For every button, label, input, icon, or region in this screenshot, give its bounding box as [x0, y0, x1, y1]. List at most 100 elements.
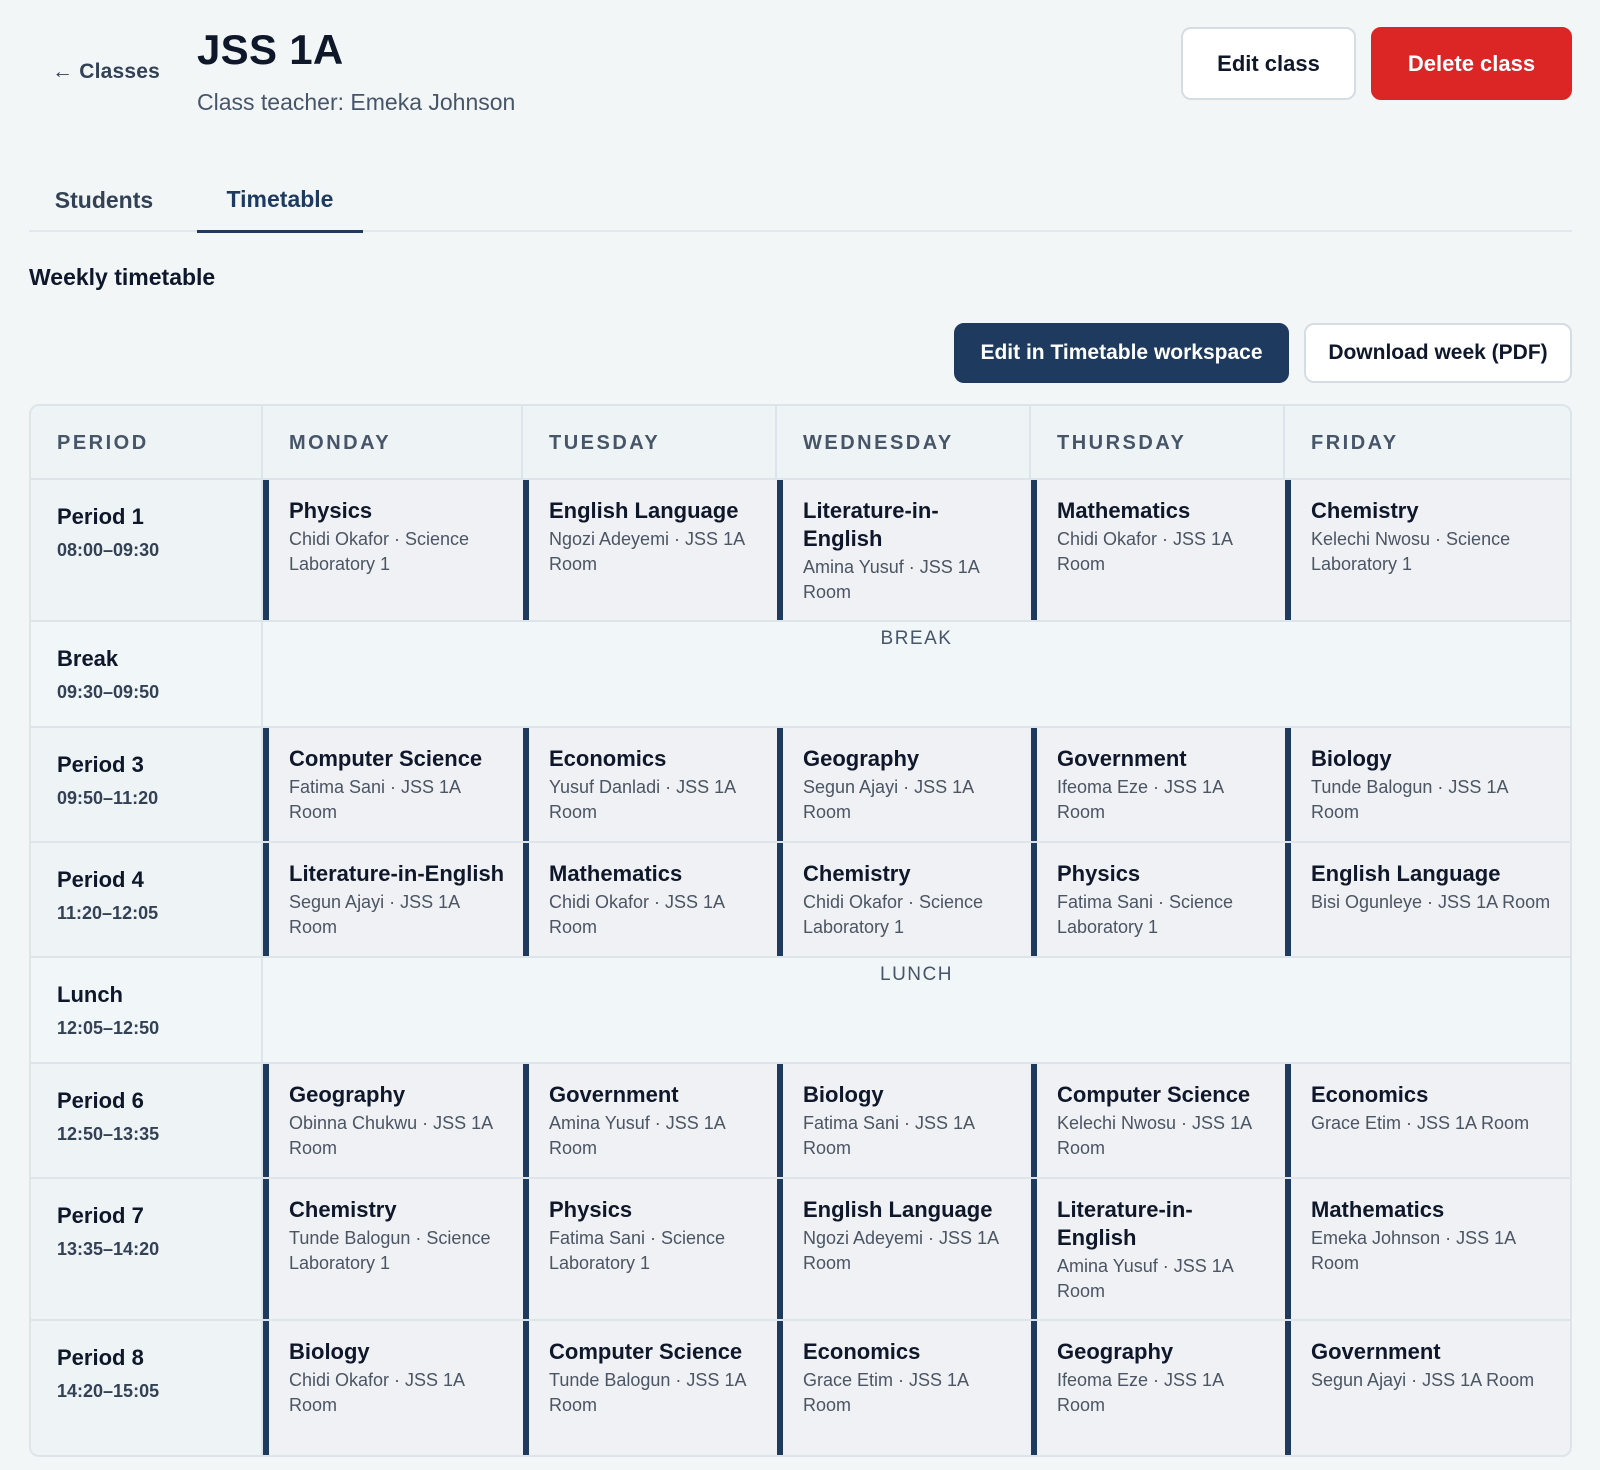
lesson-subject: Government [1311, 1339, 1441, 1364]
lesson-cell[interactable]: Literature-in-English Amina Yusuf · JSS 1… [777, 480, 1031, 620]
column-header-period: PERIOD [31, 406, 263, 480]
lesson-teacher-room: Chidi Okafor · JSS 1A Room [289, 1370, 465, 1415]
lesson-subject: Computer Science [289, 746, 483, 771]
lesson-teacher-room: Amina Yusuf · JSS 1A Room [1057, 1256, 1233, 1301]
lesson-teacher-room: Chidi Okafor · JSS 1A Room [1057, 529, 1233, 574]
edit-in-timetable-workspace-button[interactable]: Edit in Timetable workspace [954, 323, 1289, 383]
lesson-teacher-room: Kelechi Nwosu · JSS 1A Room [1057, 1113, 1252, 1158]
class-teacher-subtitle: Class teacher: Emeka Johnson [197, 89, 516, 115]
lesson-cell[interactable]: Geography Segun Ajayi · JSS 1A Room [777, 728, 1031, 841]
lesson-subject: Government [549, 1082, 679, 1107]
lesson-cell[interactable]: Biology Fatima Sani · JSS 1A Room [777, 1064, 1031, 1177]
period-name: Period 4 [57, 867, 144, 892]
lesson-teacher-room: Ifeoma Eze · JSS 1A Room [1057, 777, 1224, 822]
column-header-thursday: THURSDAY [1031, 406, 1285, 480]
lesson-subject: Economics [803, 1339, 921, 1364]
lesson-cell[interactable]: Computer Science Fatima Sani · JSS 1A Roo… [263, 728, 523, 841]
lesson-cell[interactable]: Literature-in-English Amina Yusuf · JSS 1… [1031, 1179, 1285, 1319]
lesson-subject: Economics [1311, 1082, 1429, 1107]
period-time: 09:50–11:20 [57, 788, 159, 808]
lesson-teacher-room: Grace Etim · JSS 1A Room [803, 1370, 969, 1415]
lesson-subject: Literature-in-English [803, 498, 939, 551]
page-title: JSS 1A [197, 26, 344, 73]
lesson-teacher-room: Tunde Balogun · JSS 1A Room [549, 1370, 746, 1415]
lesson-teacher-room: Segun Ajayi · JSS 1A Room [803, 777, 974, 822]
period-time: 12:50–13:35 [57, 1124, 160, 1144]
section-title: Weekly timetable [29, 264, 216, 290]
lesson-cell[interactable]: Computer Science Kelechi Nwosu · JSS 1A R… [1031, 1064, 1285, 1177]
lesson-teacher-room: Ifeoma Eze · JSS 1A Room [1057, 1370, 1224, 1415]
lesson-teacher-room: Chidi Okafor · Science Laboratory 1 [803, 892, 984, 937]
lesson-teacher-room: Tunde Balogun · Science Laboratory 1 [289, 1228, 491, 1273]
lesson-cell[interactable]: Biology Chidi Okafor · JSS 1A Room [263, 1321, 523, 1455]
lesson-cell[interactable]: English Language Bisi Ogunleye · JSS 1A R… [1285, 843, 1570, 956]
lesson-cell[interactable]: Economics Grace Etim · JSS 1A Room [777, 1321, 1031, 1455]
column-header-wednesday: WEDNESDAY [777, 406, 1031, 480]
period-name: Period 1 [57, 504, 144, 529]
lesson-subject: Mathematics [1057, 498, 1191, 523]
lesson-cell[interactable]: Mathematics Emeka Johnson · JSS 1A Room [1285, 1179, 1570, 1319]
lesson-subject: Computer Science [1057, 1082, 1251, 1107]
period-cell: Period 1 08:00–09:30 [31, 480, 263, 620]
lesson-cell[interactable]: English Language Ngozi Adeyemi · JSS 1A R… [523, 480, 777, 620]
lesson-cell[interactable]: Economics Grace Etim · JSS 1A Room [1285, 1064, 1570, 1177]
lesson-cell[interactable]: Physics Fatima Sani · Science Laboratory … [1031, 843, 1285, 956]
column-header-friday: FRIDAY [1311, 431, 1399, 454]
lesson-subject: Geography [1057, 1339, 1174, 1364]
lesson-cell[interactable]: Physics Fatima Sani · Science Laboratory … [523, 1179, 777, 1319]
period-row: Period 6 12:50–13:35 Geography Obinna Chukw… [31, 1064, 1570, 1179]
lesson-subject: Physics [289, 498, 373, 523]
lesson-cell[interactable]: Biology Tunde Balogun · JSS 1A Room [1285, 728, 1570, 841]
lesson-subject: Biology [803, 1082, 884, 1107]
lesson-cell[interactable]: Computer Science Tunde Balogun · JSS 1A R… [523, 1321, 777, 1455]
lesson-cell[interactable]: Geography Obinna Chukwu · JSS 1A Room [263, 1064, 523, 1177]
lesson-cell[interactable]: Government Segun Ajayi · JSS 1A Room [1285, 1321, 1570, 1455]
lesson-subject: Geography [803, 746, 920, 771]
download-week-pdf-button[interactable]: Download week (PDF) [1304, 323, 1572, 383]
lesson-cell[interactable]: Government Amina Yusuf · JSS 1A Room [523, 1064, 777, 1177]
class-detail-page: ← Classes JSS 1A Class teacher: Emeka Jo… [0, 0, 1600, 1470]
period-row: Period 1 08:00–09:30 Physics Chidi Okafor ·… [31, 480, 1570, 622]
lesson-teacher-room: Fatima Sani · JSS 1A Room [289, 777, 461, 822]
lesson-cell[interactable]: Mathematics Chidi Okafor · JSS 1A Room [523, 843, 777, 956]
period-name: Period 7 [57, 1203, 144, 1228]
lesson-teacher-room: Fatima Sani · JSS 1A Room [803, 1113, 975, 1158]
lesson-cell[interactable]: Chemistry Chidi Okafor · Science Laborato… [777, 843, 1031, 956]
lesson-cell[interactable]: Geography Ifeoma Eze · JSS 1A Room [1031, 1321, 1285, 1455]
tab-timetable[interactable]: Timetable [197, 168, 363, 233]
edit-class-button[interactable]: Edit class [1181, 27, 1356, 100]
lesson-cell[interactable]: Chemistry Tunde Balogun · Science Laborat… [263, 1179, 523, 1319]
lesson-teacher-room: Chidi Okafor · JSS 1A Room [549, 892, 725, 937]
lesson-cell[interactable]: Economics Yusuf Danladi · JSS 1A Room [523, 728, 777, 841]
period-name: Lunch [57, 982, 123, 1007]
timetable-grid: PERIOD MONDAY TUESDAY WEDNESDAY THURSDAY FRID… [29, 404, 1572, 1457]
lesson-teacher-room: Yusuf Danladi · JSS 1A Room [549, 777, 736, 822]
lesson-cell[interactable]: Government Ifeoma Eze · JSS 1A Room [1031, 728, 1285, 841]
lesson-subject: Physics [549, 1197, 633, 1222]
period-time: 13:35–14:20 [57, 1239, 160, 1259]
lesson-subject: Literature-in-English [1057, 1197, 1193, 1250]
lesson-cell[interactable]: Chemistry Kelechi Nwosu · Science Laborat… [1285, 480, 1570, 620]
lesson-teacher-room: Grace Etim · JSS 1A Room [1311, 1113, 1530, 1133]
lesson-subject: Literature-in-English [289, 861, 505, 886]
lesson-cell[interactable]: Physics Chidi Okafor · Science Laboratory… [263, 480, 523, 620]
period-row: Period 8 14:20–15:05 Biology Chidi Okafor ·… [31, 1321, 1570, 1455]
delete-class-button[interactable]: Delete class [1371, 27, 1572, 100]
back-to-classes-link[interactable]: ← Classes [52, 60, 160, 84]
period-cell: Period 4 11:20–12:05 [31, 843, 263, 956]
period-row: Period 4 11:20–12:05 Literature-in-English… [31, 843, 1570, 958]
lesson-cell[interactable]: English Language Ngozi Adeyemi · JSS 1A R… [777, 1179, 1031, 1319]
lesson-teacher-room: Ngozi Adeyemi · JSS 1A Room [549, 529, 745, 574]
lesson-teacher-room: Kelechi Nwosu · Science Laboratory 1 [1311, 529, 1511, 574]
period-row: Period 3 09:50–11:20 Computer Science Fatim… [31, 728, 1570, 843]
break-label: LUNCH [263, 958, 1570, 1062]
lesson-teacher-room: Tunde Balogun · JSS 1A Room [1311, 777, 1508, 822]
period-time: 09:30–09:50 [57, 682, 160, 702]
lesson-cell[interactable]: Mathematics Chidi Okafor · JSS 1A Room [1031, 480, 1285, 620]
period-time: 12:05–12:50 [57, 1018, 160, 1038]
lesson-cell[interactable]: Literature-in-English Segun Ajayi · JSS 1… [263, 843, 523, 956]
lesson-teacher-room: Chidi Okafor · Science Laboratory 1 [289, 529, 470, 574]
period-cell: Period 6 12:50–13:35 [31, 1064, 263, 1177]
tab-students[interactable]: Students [29, 168, 179, 232]
lesson-teacher-room: Amina Yusuf · JSS 1A Room [803, 557, 979, 602]
